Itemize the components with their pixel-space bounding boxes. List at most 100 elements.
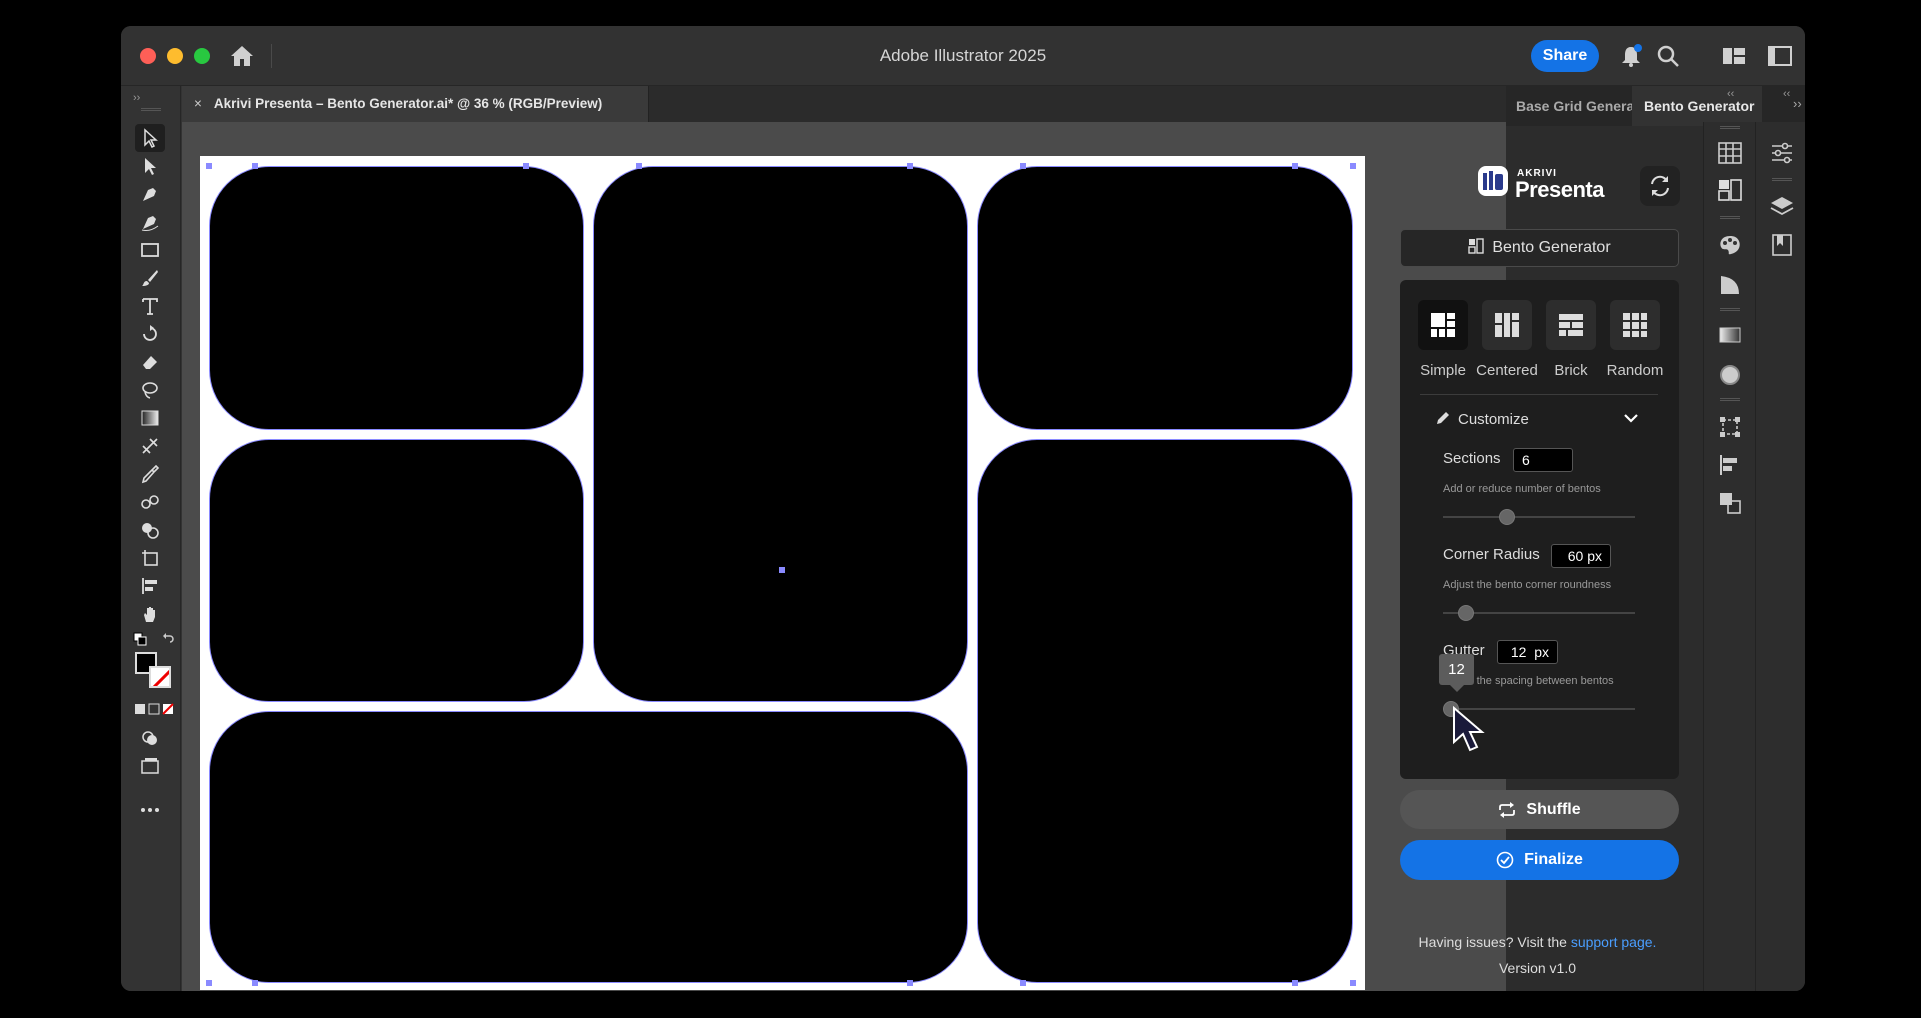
- pathfinder-icon[interactable]: [1717, 490, 1743, 516]
- panel-grip[interactable]: [1720, 216, 1740, 219]
- bento-generator-button[interactable]: Bento Generator: [1400, 229, 1679, 267]
- gradient-panel-icon[interactable]: [1717, 322, 1743, 348]
- bento-cell-3[interactable]: [977, 166, 1353, 430]
- sections-input[interactable]: 6: [1513, 448, 1573, 472]
- selection-handle[interactable]: [252, 980, 258, 986]
- eraser-tool-icon[interactable]: [135, 348, 165, 376]
- layout-option-brick[interactable]: Brick: [1546, 300, 1596, 379]
- shape-icon[interactable]: [1717, 272, 1743, 298]
- collapse-panel-icon[interactable]: ‹‹: [1727, 88, 1734, 100]
- selection-handle[interactable]: [1292, 163, 1298, 169]
- direct-selection-tool-icon[interactable]: [135, 152, 165, 180]
- panel-grip[interactable]: [1720, 126, 1740, 129]
- gradient-tool-icon[interactable]: [135, 404, 165, 432]
- layers-icon[interactable]: [1769, 194, 1795, 220]
- hand-tool-icon[interactable]: [135, 600, 165, 628]
- selection-handle[interactable]: [1020, 980, 1026, 986]
- corner-radius-hint: Adjust the bento corner roundness: [1443, 579, 1612, 591]
- gutter-input[interactable]: 12 px: [1497, 640, 1558, 664]
- color-mode-icons[interactable]: [135, 702, 175, 715]
- canvas-area[interactable]: [182, 122, 1506, 991]
- artboard[interactable]: [200, 156, 1365, 990]
- selection-handle[interactable]: [1350, 163, 1356, 169]
- selection-handle[interactable]: [907, 980, 913, 986]
- eyedropper-tool-icon[interactable]: [135, 460, 165, 488]
- corner-radius-slider-thumb[interactable]: [1458, 605, 1474, 621]
- bento-cell-4[interactable]: [209, 439, 584, 702]
- paintbrush-tool-icon[interactable]: [135, 264, 165, 292]
- selection-handle[interactable]: [907, 163, 913, 169]
- bento-layout-icon[interactable]: [1717, 177, 1743, 203]
- properties-icon[interactable]: [1769, 140, 1795, 166]
- panel-grip[interactable]: [1720, 308, 1740, 311]
- artboard-tool-icon[interactable]: [135, 544, 165, 572]
- layout-option-centered[interactable]: Centered: [1476, 300, 1538, 379]
- selection-handle[interactable]: [523, 163, 529, 169]
- rectangle-tool-icon[interactable]: [135, 236, 165, 264]
- mesh-tool-icon[interactable]: [135, 432, 165, 460]
- collapse-panel-icon-2[interactable]: ‹‹: [1783, 88, 1790, 100]
- share-button[interactable]: Share: [1531, 40, 1599, 72]
- drawing-modes-icon[interactable]: [135, 724, 165, 752]
- panel-expand-icon[interactable]: ››: [1793, 96, 1802, 111]
- swap-colors-icon[interactable]: [161, 632, 175, 646]
- panel-grip[interactable]: [1720, 398, 1740, 401]
- libraries-icon[interactable]: [1769, 232, 1795, 258]
- selection-handle[interactable]: [1292, 980, 1298, 986]
- bento-cell-5[interactable]: [977, 439, 1353, 983]
- sections-label: Sections: [1443, 450, 1501, 467]
- layout-option-random[interactable]: Random: [1607, 300, 1663, 379]
- notification-bell-icon[interactable]: [1618, 43, 1644, 69]
- more-tools-icon[interactable]: [135, 796, 165, 824]
- finalize-button[interactable]: Finalize: [1400, 840, 1679, 880]
- selection-handle[interactable]: [206, 980, 212, 986]
- bento-cell-6[interactable]: [209, 711, 968, 983]
- refresh-button[interactable]: [1640, 166, 1680, 206]
- support-page-link[interactable]: support page.: [1571, 934, 1657, 950]
- sections-slider-thumb[interactable]: [1499, 509, 1515, 525]
- lasso-tool-icon[interactable]: [135, 376, 165, 404]
- customize-label: Customize: [1458, 411, 1529, 428]
- expand-panel-icon[interactable]: ››: [133, 92, 140, 104]
- align-panel-icon[interactable]: [1717, 452, 1743, 478]
- sections-slider-track[interactable]: [1443, 516, 1635, 518]
- support-text: Having issues? Visit the support page.: [1385, 934, 1690, 950]
- appearance-icon[interactable]: [1717, 362, 1743, 388]
- type-tool-icon[interactable]: [135, 292, 165, 320]
- chevron-down-icon[interactable]: [1623, 410, 1639, 431]
- shuffle-button[interactable]: Shuffle: [1400, 790, 1679, 829]
- tab-base-grid-generator[interactable]: Base Grid Generator: [1506, 86, 1632, 126]
- selection-handle[interactable]: [636, 163, 642, 169]
- screen-mode-icon[interactable]: [135, 752, 165, 780]
- shape-builder-tool-icon[interactable]: [135, 516, 165, 544]
- rotate-tool-icon[interactable]: [135, 320, 165, 348]
- grid-table-icon[interactable]: [1717, 140, 1743, 166]
- selection-handle[interactable]: [206, 163, 212, 169]
- close-document-icon[interactable]: ×: [194, 96, 202, 111]
- selection-handle[interactable]: [1350, 980, 1356, 986]
- align-tool-icon[interactable]: [135, 572, 165, 600]
- bento-cell-1[interactable]: [209, 166, 584, 430]
- selection-tool-icon[interactable]: [135, 124, 165, 152]
- palette-icon[interactable]: [1717, 232, 1743, 258]
- pen-tool-icon[interactable]: [135, 180, 165, 208]
- tab-bento-generator[interactable]: Bento Generator: [1632, 86, 1762, 126]
- bento-cell-2[interactable]: [593, 166, 968, 702]
- shuffle-icon: [1499, 801, 1516, 818]
- selection-handle[interactable]: [1020, 163, 1026, 169]
- panel-grip[interactable]: [1772, 178, 1792, 181]
- document-tab[interactable]: × Akrivi Presenta – Bento Generator.ai* @…: [182, 86, 649, 122]
- default-colors-icon[interactable]: [133, 632, 147, 646]
- workspace-switcher-icon[interactable]: [1721, 43, 1747, 69]
- stroke-color-swatch[interactable]: [149, 666, 171, 688]
- corner-radius-input[interactable]: 60 px: [1551, 544, 1611, 568]
- panel-layout-icon[interactable]: [1767, 43, 1793, 69]
- search-icon[interactable]: [1655, 43, 1681, 69]
- blend-tool-icon[interactable]: [135, 488, 165, 516]
- transform-icon[interactable]: [1717, 414, 1743, 440]
- curvature-tool-icon[interactable]: [135, 208, 165, 236]
- panel-grip[interactable]: [141, 108, 161, 111]
- layout-option-simple[interactable]: Simple: [1418, 300, 1468, 379]
- selection-handle[interactable]: [252, 163, 258, 169]
- customize-toggle[interactable]: Customize: [1436, 411, 1529, 428]
